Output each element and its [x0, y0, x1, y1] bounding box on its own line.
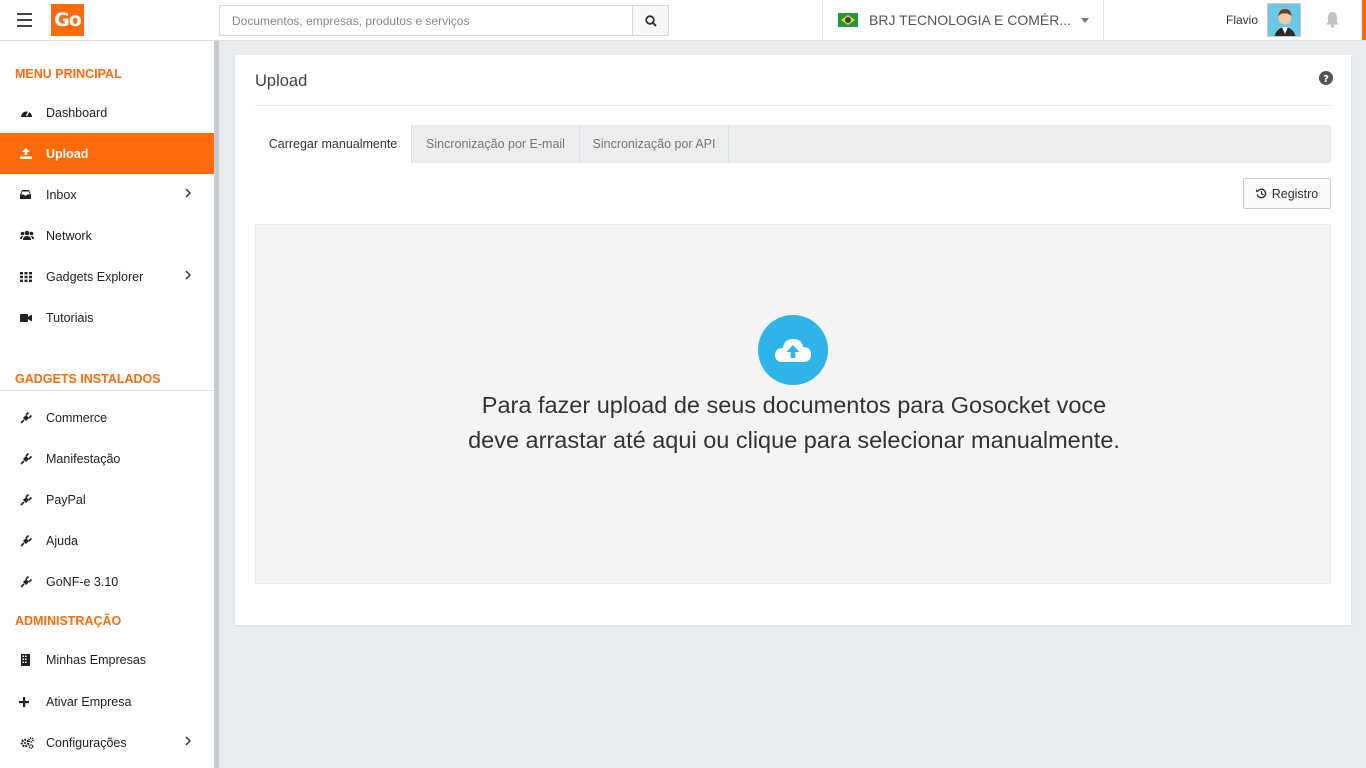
sidebar-item-label: Dashboard — [46, 105, 108, 120]
plug-icon — [20, 411, 32, 424]
registro-button[interactable]: Registro — [1243, 178, 1331, 209]
tab-carregar-manualmente[interactable]: Carregar manualmente — [255, 125, 411, 163]
search-icon — [644, 14, 657, 27]
cogs-icon — [20, 736, 34, 749]
upload-panel: Upload ? Carregar manualmente Sincroniza… — [235, 55, 1351, 625]
users-icon — [20, 230, 34, 240]
sidebar-item-label: GoNF-e 3.10 — [46, 574, 119, 589]
upload-icon — [20, 148, 32, 159]
dropzone-line-2: deve arrastar até aqui ou clique para se… — [468, 427, 1120, 453]
sidebar-item-label: Minhas Empresas — [46, 652, 147, 667]
search-button[interactable] — [632, 6, 668, 35]
svg-text:?: ? — [1323, 74, 1329, 85]
gadgets-instalados-title: GADGETS INSTALADOS — [15, 372, 161, 386]
avatar[interactable] — [1267, 3, 1301, 37]
title-divider — [255, 105, 1331, 106]
sidebar-item-label: Commerce — [46, 410, 108, 425]
upload-dropzone[interactable]: Para fazer upload de seus documentos par… — [255, 224, 1331, 584]
tab-bar: Carregar manualmente Sincronização por E… — [255, 125, 1331, 163]
search-box — [219, 5, 669, 36]
sidebar-item-label: Configurações — [46, 735, 127, 750]
chevron-right-icon — [185, 736, 191, 746]
cloud-upload-icon — [758, 315, 828, 385]
sidebar-item-label: Inbox — [46, 187, 77, 202]
grid-icon — [20, 271, 32, 282]
caret-down-icon — [1081, 17, 1090, 23]
dropzone-line-1: Para fazer upload de seus documentos par… — [481, 392, 1107, 418]
menu-principal-title: MENU PRINCIPAL — [15, 67, 122, 81]
sidebar-item-upload[interactable]: Upload — [0, 133, 214, 174]
brazil-flag-icon — [838, 13, 858, 27]
sidebar: MENU PRINCIPAL Dashboard Upload Inbox Ne… — [0, 41, 214, 768]
building-icon — [20, 653, 30, 666]
sidebar-item-label: PayPal — [46, 492, 86, 507]
sidebar-item-label: Network — [46, 228, 92, 243]
gosocket-logo[interactable]: Go — [51, 4, 84, 36]
company-name: BRJ TECNOLOGIA E COMÉR... — [869, 12, 1072, 28]
sidebar-item-network[interactable]: Network — [0, 215, 214, 256]
plug-icon — [20, 575, 32, 588]
sidebar-item-inbox[interactable]: Inbox — [0, 174, 214, 215]
video-camera-icon — [20, 313, 32, 322]
sidebar-item-ativar-empresa[interactable]: Ativar Empresa — [0, 681, 214, 722]
sidebar-item-ajuda[interactable]: Ajuda — [0, 520, 214, 561]
plug-icon — [20, 493, 32, 506]
sidebar-item-dashboard[interactable]: Dashboard — [0, 92, 214, 133]
sidebar-item-gadgets-explorer[interactable]: Gadgets Explorer — [0, 256, 214, 297]
sidebar-divider — [0, 390, 214, 391]
sidebar-item-label: Upload — [46, 146, 89, 161]
sidebar-item-gonfe[interactable]: GoNF-e 3.10 — [0, 561, 214, 602]
company-selector[interactable]: BRJ TECNOLOGIA E COMÉR... — [822, 0, 1104, 40]
sidebar-item-paypal[interactable]: PayPal — [0, 479, 214, 520]
sidebar-item-tutoriais[interactable]: Tutoriais — [0, 297, 214, 338]
registro-label: Registro — [1271, 186, 1319, 201]
page-title: Upload — [255, 72, 308, 90]
history-icon — [1255, 188, 1266, 199]
tab-sincronizacao-email[interactable]: Sincronização por E-mail — [411, 125, 580, 163]
search-input[interactable] — [220, 6, 632, 35]
help-icon[interactable]: ? — [1319, 71, 1333, 85]
dropzone-instructions: Para fazer upload de seus documentos par… — [256, 388, 1332, 458]
sidebar-item-label: Ajuda — [46, 533, 78, 548]
plug-icon — [20, 452, 32, 465]
sidebar-scrollbar[interactable] — [214, 41, 219, 768]
top-edge-accent — [1362, 0, 1366, 40]
sidebar-item-manifestacao[interactable]: Manifestação — [0, 438, 214, 479]
bell-icon[interactable] — [1325, 11, 1340, 28]
sidebar-item-label: Tutoriais — [46, 310, 94, 325]
username[interactable]: Flavio — [1226, 13, 1258, 27]
plus-icon — [19, 696, 29, 707]
top-bar: Go BRJ TECNOLOGIA E COMÉR... Flavio — [0, 0, 1366, 41]
hamburger-menu-icon[interactable] — [17, 13, 32, 27]
chevron-right-icon — [185, 270, 191, 280]
sidebar-item-configuracoes[interactable]: Configurações — [0, 722, 214, 763]
inbox-icon — [19, 190, 31, 199]
sidebar-item-label: Gadgets Explorer — [46, 269, 144, 284]
sidebar-item-label: Manifestação — [46, 451, 121, 466]
sidebar-item-label: Ativar Empresa — [46, 694, 132, 709]
sidebar-item-minhas-empresas[interactable]: Minhas Empresas — [0, 639, 214, 680]
administracao-title: ADMINISTRAÇÃO — [15, 614, 122, 628]
chevron-right-icon — [185, 188, 191, 198]
tab-sincronizacao-api[interactable]: Sincronização por API — [579, 125, 729, 163]
dashboard-icon — [20, 110, 32, 117]
plug-icon — [20, 534, 32, 547]
sidebar-item-commerce[interactable]: Commerce — [0, 397, 214, 438]
